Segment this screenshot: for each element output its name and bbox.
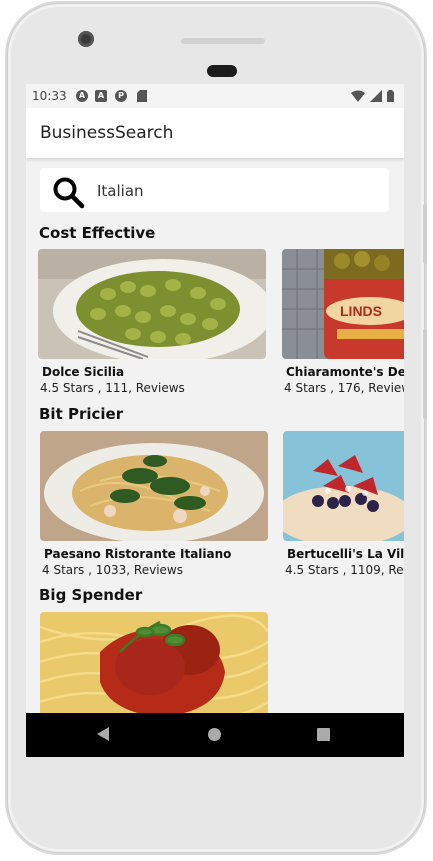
section-title: Bit Pricier [39,405,124,423]
earpiece-speaker [181,38,265,44]
business-card[interactable]: Paesano Ristorante Italiano 4 Stars , 10… [40,431,268,577]
search-icon[interactable] [52,176,86,210]
svg-text:LINDS: LINDS [340,303,382,319]
business-rating: 4 Stars , 176, Reviews [284,381,404,395]
search-bar[interactable]: Italian [40,168,389,212]
status-time: 10:33 [32,89,67,103]
notification-a-icon: A [95,90,107,102]
business-rating: 4.5 Stars , 1109, Revie [285,563,404,577]
search-input[interactable]: Italian [97,182,144,200]
battery-icon [387,90,394,102]
app-bar: BusinessSearch [26,108,404,158]
wifi-icon [350,90,365,102]
home-icon[interactable] [208,728,221,741]
business-name: Chiaramonte's Deli & [286,365,404,379]
business-card[interactable]: Bertucelli's La Villa 4.5 Stars , 1109, … [283,431,404,577]
business-name: Dolce Sicilia [42,365,125,379]
spaghetti-sauce-photo [40,612,268,713]
business-card[interactable]: Dolce Sicilia 4.5 Stars , 111, Reviews [38,249,266,395]
notification-a-icon: A [76,90,88,102]
business-card[interactable] [40,612,268,713]
section-title: Cost Effective [39,224,156,242]
navigation-bar [26,713,404,757]
berry-dessert-photo [283,431,404,541]
power-button[interactable] [423,329,427,419]
back-icon[interactable] [97,727,109,741]
recent-apps-icon[interactable] [317,728,330,741]
front-camera [78,31,94,47]
olive-jar-photo: LINDS [282,249,404,359]
business-card[interactable]: LINDS Chiaramonte's Deli & 4 Stars , 176… [282,249,404,395]
pesto-gnocchi-photo [38,249,266,359]
signal-icon [369,90,382,102]
spinach-pasta-photo [40,431,268,541]
business-name: Bertucelli's La Villa [287,547,404,561]
proximity-sensor [207,65,237,77]
business-rating: 4.5 Stars , 111, Reviews [40,381,185,395]
sd-card-icon [137,90,147,102]
business-rating: 4 Stars , 1033, Reviews [42,563,183,577]
content-area: Italian Cost Effective Dolce Sicilia 4.5… [26,158,404,713]
status-bar: 10:33 A A P [26,84,404,108]
phone-screen: 10:33 A A P BusinessSearch Italian Cost … [26,84,404,757]
business-name: Paesano Ristorante Italiano [44,547,232,561]
volume-button[interactable] [423,204,427,264]
notification-p-icon: P [115,90,127,102]
section-title: Big Spender [39,586,143,604]
app-title: BusinessSearch [40,123,174,143]
